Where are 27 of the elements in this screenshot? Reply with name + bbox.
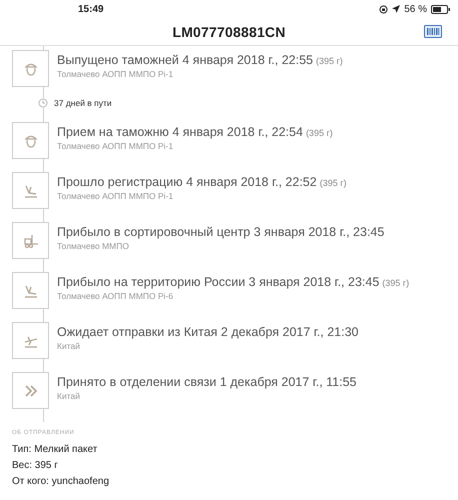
event-location: Китай bbox=[57, 341, 81, 351]
battery-percent: 56 % bbox=[404, 4, 427, 14]
shipment-detail: Тип: Мелкий пакет bbox=[12, 443, 98, 457]
shipment-detail: Вес: 395 г bbox=[12, 459, 59, 473]
event-location: Толмачево АОПП ММПО Pi-1 bbox=[57, 69, 174, 79]
event-title: Принято в отделении связи 1 декабря 2017 г., 11:55 bbox=[57, 375, 356, 389]
clock-icon bbox=[38, 98, 48, 108]
status-time: 15:49 bbox=[78, 4, 105, 14]
location-arrow-icon bbox=[392, 5, 400, 13]
transit-duration: 37 дней в пути bbox=[54, 98, 112, 108]
event-location: Толмачево АОПП ММПО Pi-1 bbox=[57, 191, 174, 201]
event-title: Прибыло в сортировочный центр 3 января 2018 г., 23:45 bbox=[57, 225, 384, 239]
double-chevron-icon bbox=[22, 382, 38, 398]
barcode-icon[interactable] bbox=[424, 25, 442, 38]
shipment-detail: От кого: yunchaofeng bbox=[12, 475, 110, 489]
battery-icon bbox=[431, 4, 450, 14]
tracking-number-title: LM077708881CN bbox=[172, 24, 286, 40]
event-title: Прибыло на территорию России 3 января 2018 г., 23:45 (395 г) bbox=[57, 275, 410, 289]
event-location: Толмачево АОПП ММПО Pi-6 bbox=[57, 291, 174, 301]
event-title: Ожидает отправки из Китая 2 декабря 2017 г., 21:30 bbox=[57, 325, 359, 339]
forklift-icon bbox=[22, 232, 38, 248]
event-location: Толмачево АОПП ММПО Pi-1 bbox=[57, 141, 174, 151]
event-location: Китай bbox=[57, 391, 81, 401]
event-location: Толмачево ММПО bbox=[57, 241, 130, 251]
event-title: Прием на таможню 4 января 2018 г., 22:54 (395 г) bbox=[57, 125, 333, 139]
event-title: Прошло регистрацию 4 января 2018 г., 22:52 (395 г) bbox=[57, 175, 347, 189]
event-title: Выпущено таможней 4 января 2018 г., 22:55 (395 г) bbox=[57, 53, 343, 67]
